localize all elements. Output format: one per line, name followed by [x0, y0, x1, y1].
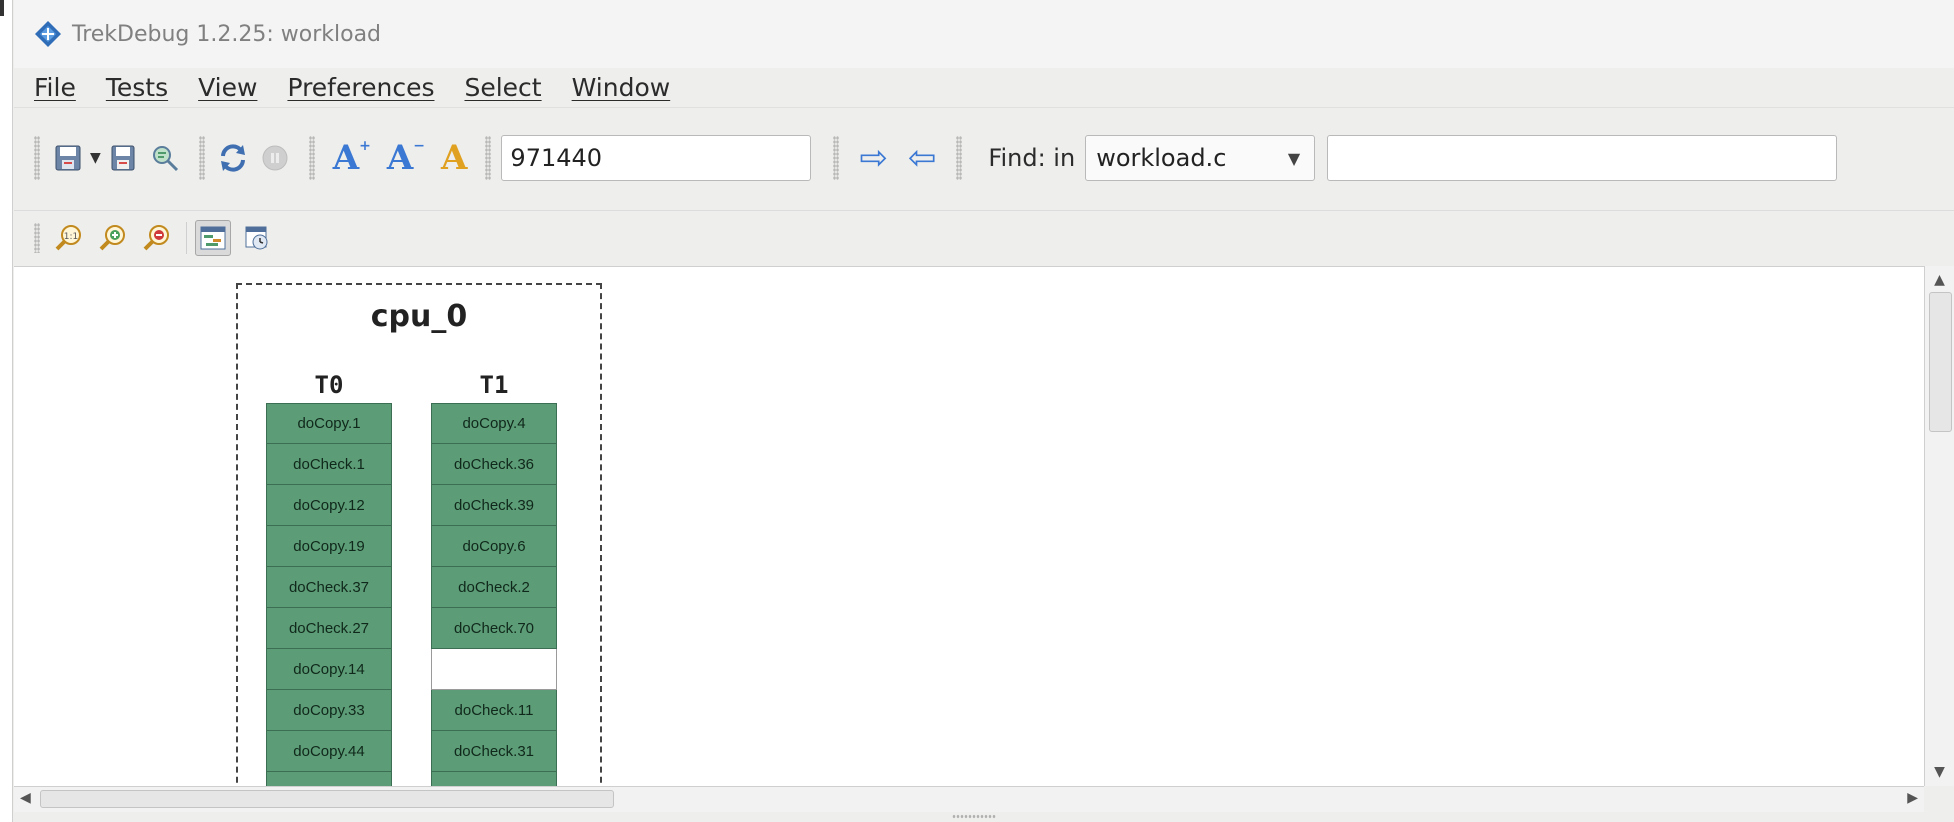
menu-bar: File Tests View Preferences Select Windo… [14, 68, 1954, 108]
zoom-out-icon [143, 224, 169, 250]
chevron-down-icon[interactable]: ▼ [90, 150, 101, 166]
idle-slot [431, 649, 557, 690]
horizontal-scrollbar[interactable]: ◀ ▶ [14, 786, 1924, 812]
inspect-icon [152, 146, 178, 172]
thread-column-t0: doCopy.1 doCheck.1 doCopy.12 doCopy.19 d… [266, 403, 392, 786]
thread-column-t1: doCopy.4 doCheck.36 doCheck.39 doCopy.6 … [431, 403, 557, 786]
task-block[interactable]: doCheck.2 [431, 567, 557, 608]
task-block[interactable]: doCopy.14 [266, 649, 392, 690]
chevron-down-icon: ▼ [1287, 148, 1301, 168]
inspect-button[interactable] [147, 140, 183, 176]
task-block[interactable]: doCopy.4 [431, 403, 557, 444]
font-increase-icon[interactable]: A+ [333, 138, 371, 178]
toolbar-grip[interactable] [34, 222, 40, 253]
vertical-scrollbar[interactable]: ▲ ▼ [1924, 266, 1954, 786]
stop-button[interactable] [257, 140, 293, 176]
app-window: TrekDebug 1.2.25: workload File Tests Vi… [0, 0, 1954, 822]
font-decrease-icon[interactable]: A− [387, 138, 425, 178]
task-block[interactable]: doCopy.29 [431, 772, 557, 786]
task-block[interactable]: doCopy.1 [266, 403, 392, 444]
cpu-label: cpu_0 [370, 299, 468, 334]
toolbar-grip[interactable] [833, 136, 840, 180]
menu-window[interactable]: Window [572, 73, 671, 102]
toolbar-grip[interactable] [485, 136, 492, 180]
vertical-scroll-thumb[interactable] [1929, 292, 1952, 432]
font-default-icon[interactable]: A [441, 138, 467, 178]
calendar-view-icon [245, 226, 268, 249]
svg-text:1:1: 1:1 [64, 232, 78, 242]
scroll-up-icon[interactable]: ▲ [1925, 272, 1954, 288]
stop-icon [262, 145, 288, 171]
task-block[interactable]: doCopy.6 [431, 526, 557, 567]
task-block[interactable]: doCopy.33 [266, 690, 392, 731]
scroll-right-icon[interactable]: ▶ [1907, 790, 1918, 806]
task-block[interactable]: doCopy.12 [266, 485, 392, 526]
main-toolbar: ▼ A+ A− A 971440 ⇨ ⇦ Find: in workload.c… [14, 108, 1954, 208]
thread-label: T1 [479, 371, 509, 399]
refresh-button[interactable] [215, 140, 251, 176]
menu-file[interactable]: File [34, 73, 76, 102]
resize-grip[interactable] [952, 814, 996, 819]
task-block[interactable]: doCheck.7 [266, 772, 392, 786]
save-icon [111, 145, 135, 171]
toolbar-grip[interactable] [34, 136, 40, 180]
task-block[interactable]: doCheck.31 [431, 731, 557, 772]
cpu-group: cpu_0 T0 T1 doCopy.1 doCheck.1 doCopy.12… [236, 283, 602, 786]
view-toolbar: 1:1 [14, 210, 1954, 264]
find-input[interactable] [1327, 135, 1838, 181]
schedule-view-button[interactable] [195, 219, 231, 256]
window-title: TrekDebug 1.2.25: workload [72, 21, 382, 47]
task-block[interactable]: doCheck.36 [431, 444, 557, 485]
task-block[interactable]: doCheck.39 [431, 485, 557, 526]
horizontal-scroll-thumb[interactable] [40, 790, 614, 808]
task-block[interactable]: doCopy.19 [266, 526, 392, 567]
zoom-in-button[interactable] [94, 220, 130, 256]
title-bar: TrekDebug 1.2.25: workload [14, 0, 1954, 68]
find-scope-select[interactable]: workload.c ▼ [1085, 135, 1316, 181]
zoom-out-button[interactable] [138, 220, 174, 256]
task-block[interactable]: doCheck.27 [266, 608, 392, 649]
task-block[interactable]: doCheck.37 [266, 567, 392, 608]
toolbar-grip[interactable] [308, 136, 315, 180]
find-scope-value: workload.c [1096, 144, 1227, 172]
left-edge [0, 0, 13, 822]
find-label: Find: in [988, 144, 1076, 172]
save-dropdown-button[interactable] [50, 140, 86, 176]
value-input[interactable]: 971440 [501, 135, 812, 181]
toolbar-grip[interactable] [956, 136, 963, 180]
menu-preferences[interactable]: Preferences [287, 73, 434, 102]
task-block[interactable]: doCheck.1 [266, 444, 392, 485]
schedule-canvas[interactable]: cpu_0 T0 T1 doCopy.1 doCheck.1 doCopy.12… [14, 266, 1924, 786]
zoom-in-icon [99, 224, 125, 250]
toolbar-separator [186, 221, 187, 254]
back-arrow-icon[interactable]: ⇦ [908, 141, 937, 175]
task-block[interactable]: doCheck.70 [431, 608, 557, 649]
task-block[interactable]: doCopy.44 [266, 731, 392, 772]
zoom-reset-button[interactable]: 1:1 [50, 220, 86, 256]
scroll-down-icon[interactable]: ▼ [1925, 764, 1954, 780]
thread-label: T0 [314, 371, 344, 399]
refresh-icon [220, 144, 245, 172]
forward-arrow-icon[interactable]: ⇨ [859, 141, 888, 175]
menu-select[interactable]: Select [464, 73, 541, 102]
save-button[interactable] [105, 140, 141, 176]
schedule-view-icon [200, 226, 226, 249]
menu-tests[interactable]: Tests [106, 73, 168, 102]
task-block[interactable]: doCheck.11 [431, 690, 557, 731]
scroll-left-icon[interactable]: ◀ [20, 790, 31, 806]
menu-view[interactable]: View [198, 73, 257, 102]
calendar-view-button[interactable] [239, 220, 275, 256]
toolbar-grip[interactable] [198, 136, 205, 180]
corner-mark [0, 0, 4, 16]
save-dropdown-icon [55, 145, 81, 171]
app-logo-icon [35, 21, 61, 47]
zoom-reset-icon: 1:1 [55, 224, 81, 250]
